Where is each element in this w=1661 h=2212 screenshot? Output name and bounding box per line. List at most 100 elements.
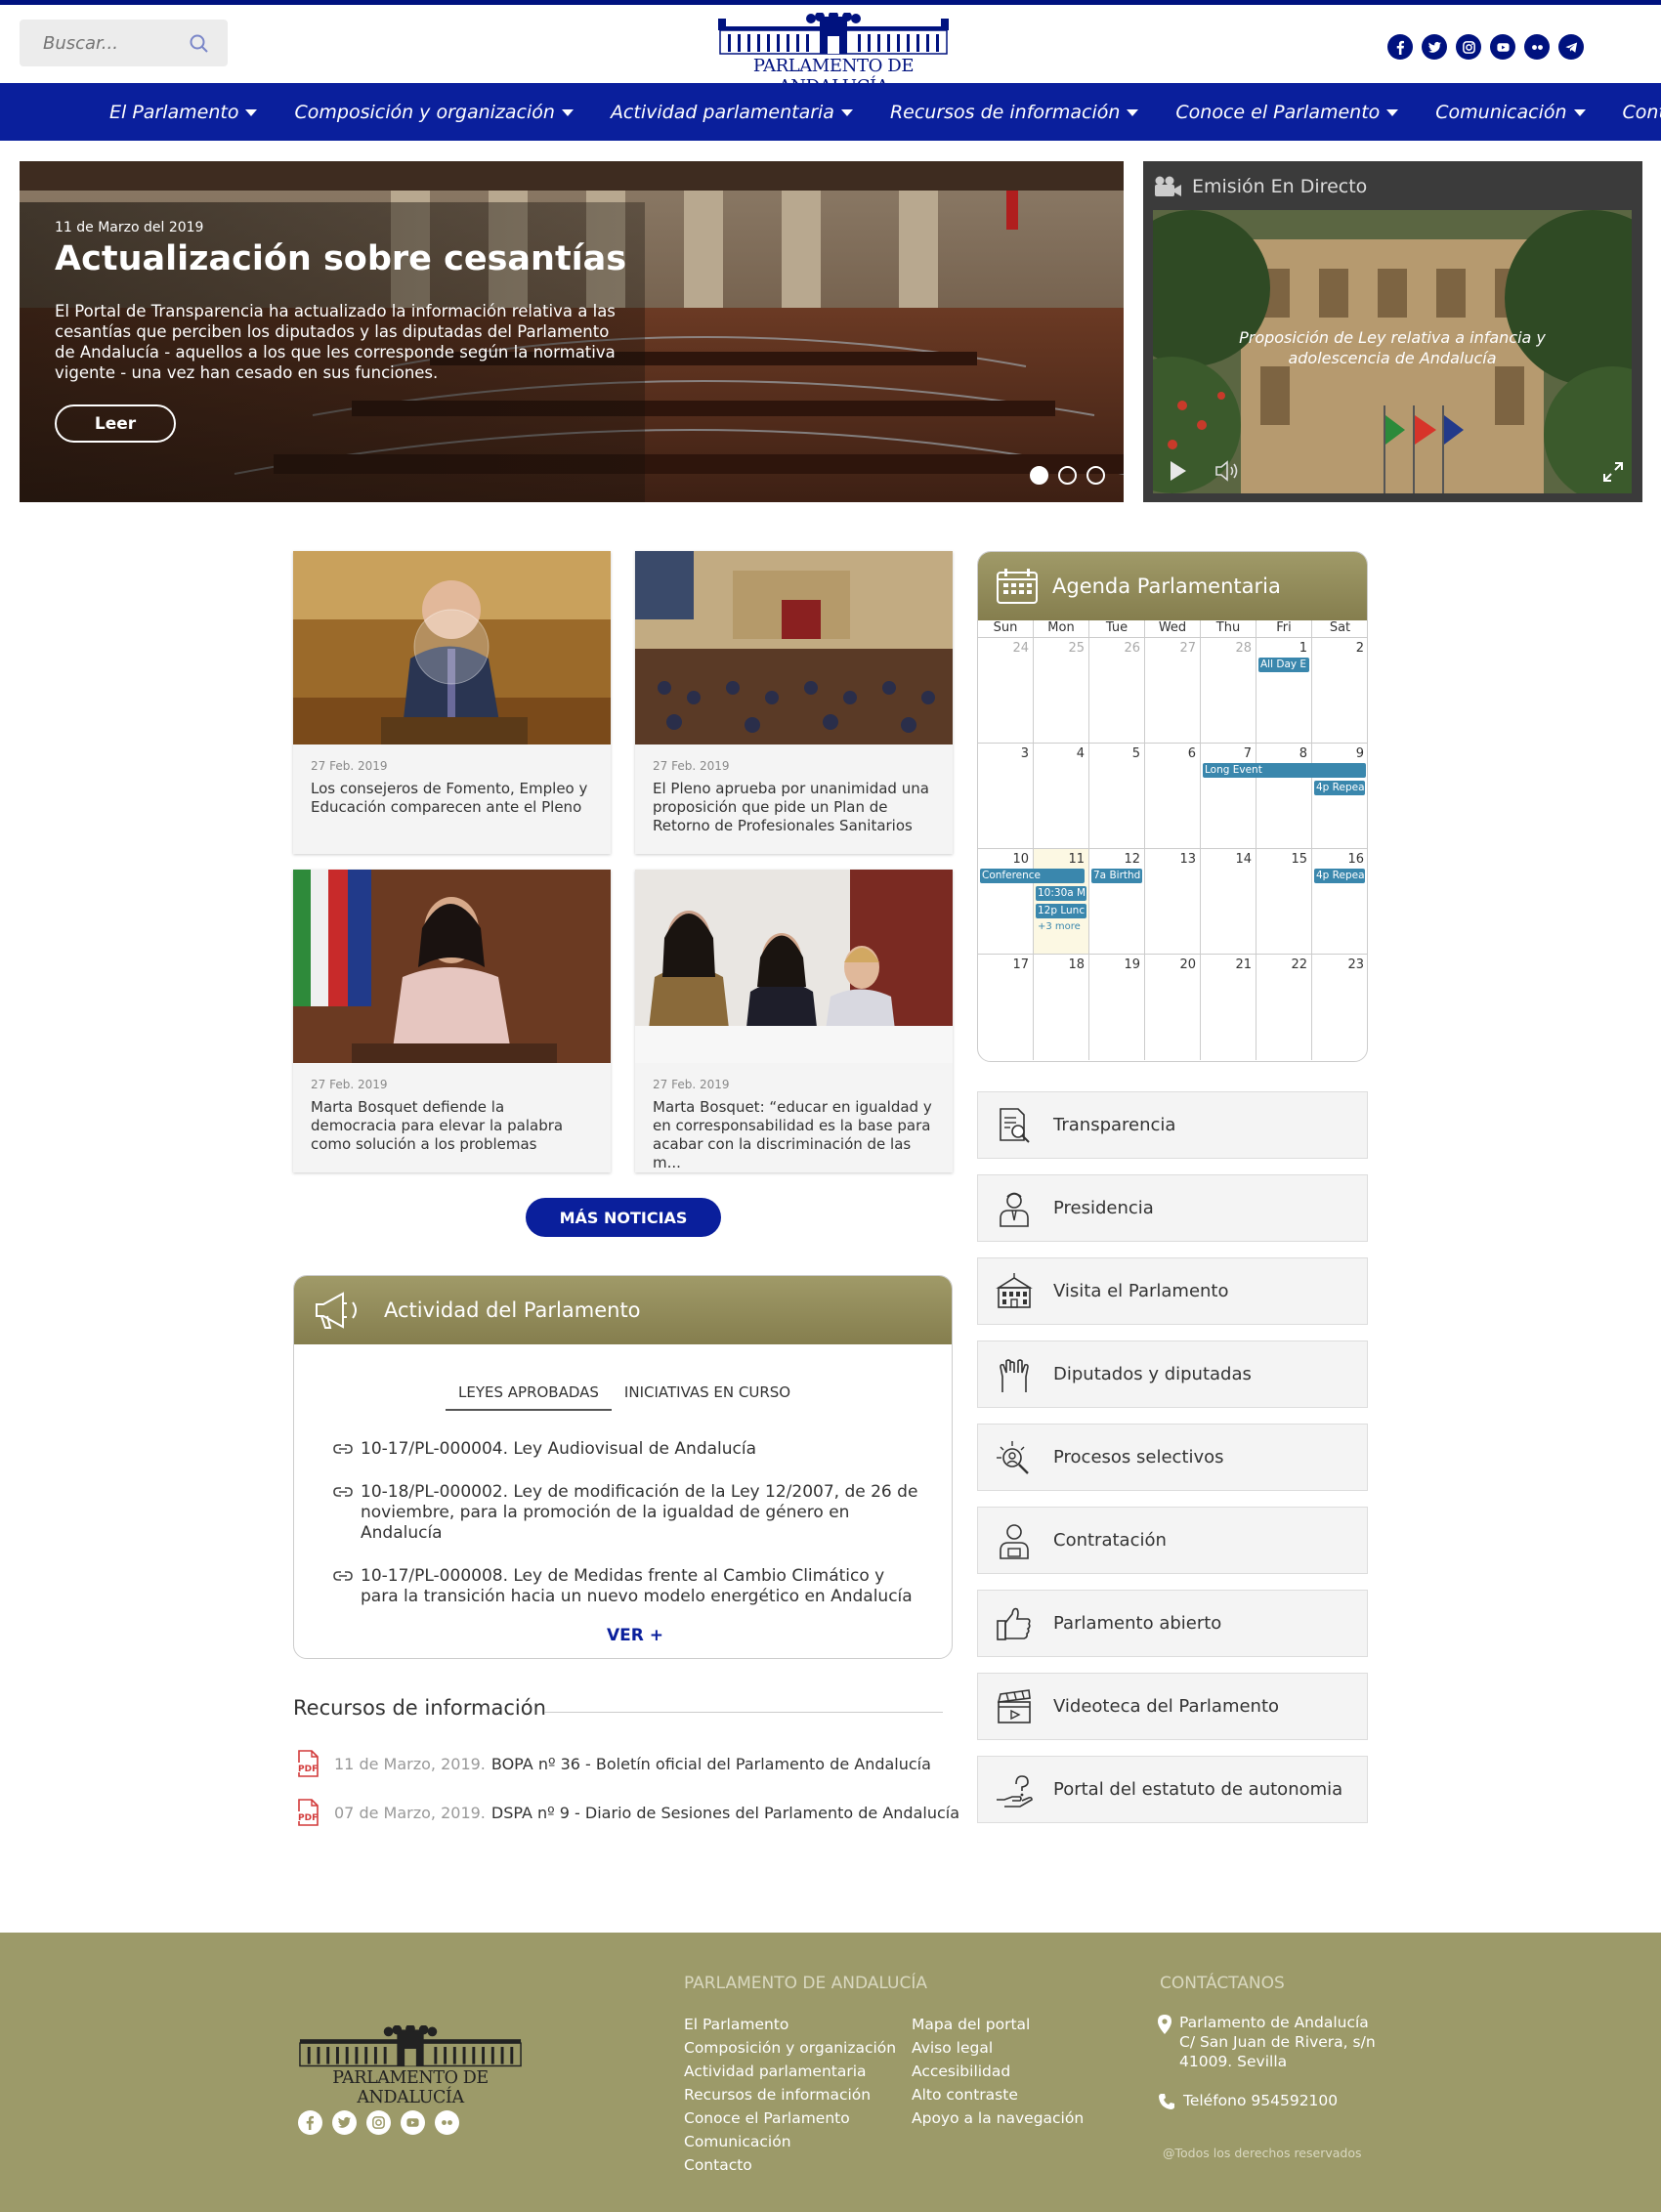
recurso-item[interactable]: PDF 07 de Marzo, 2019. DSPA nº 9 - Diari… [293, 1798, 959, 1827]
play-icon[interactable] [1165, 458, 1190, 484]
calendar-day[interactable]: 25 [1034, 638, 1089, 743]
telegram-icon[interactable] [1558, 34, 1584, 60]
facebook-icon[interactable] [1387, 34, 1413, 60]
nav-item-composicion[interactable]: Composición y organización [294, 83, 574, 141]
calendar-day[interactable]: 24 [978, 638, 1034, 743]
tab-iniciativas-en-curso[interactable]: INICIATIVAS EN CURSO [612, 1383, 803, 1411]
news-card[interactable]: 27 Feb. 2019 El Pleno aprueba por unanim… [635, 551, 953, 854]
footer-link[interactable]: Contacto [684, 2153, 896, 2177]
quicklink-presidencia[interactable]: Presidencia [977, 1174, 1368, 1242]
nav-item-contacto[interactable]: Contacto [1623, 83, 1661, 141]
quicklink-parlamento-abierto[interactable]: Parlamento abierto [977, 1590, 1368, 1657]
calendar-day[interactable]: 7 Long Event [1201, 744, 1366, 848]
calendar-day[interactable]: 18 [1034, 955, 1089, 1060]
nav-item-recursos[interactable]: Recursos de información [890, 83, 1139, 141]
calendar-day[interactable]: 14 [1201, 849, 1256, 954]
calendar-day[interactable]: 3 [978, 744, 1034, 848]
news-card[interactable]: 27 Feb. 2019 Marta Bosquet defiende la d… [293, 870, 611, 1172]
quicklink-estatuto[interactable]: Portal del estatuto de autonomia [977, 1756, 1368, 1823]
hero-read-button[interactable]: Leer [55, 404, 176, 443]
news-card[interactable]: 27 Feb. 2019 Los consejeros de Fomento, … [293, 551, 611, 854]
quicklink-videoteca[interactable]: Videoteca del Parlamento [977, 1673, 1368, 1740]
search-input[interactable] [20, 20, 186, 66]
youtube-icon[interactable] [401, 2110, 425, 2135]
quicklink-contratacion[interactable]: Contratación [977, 1507, 1368, 1574]
footer-link[interactable]: Composición y organización [684, 2036, 896, 2060]
calendar-event[interactable]: Long Event [1203, 763, 1366, 778]
quicklink-procesos[interactable]: Procesos selectivos [977, 1424, 1368, 1491]
instagram-icon[interactable] [366, 2110, 391, 2135]
nav-item-comunicacion[interactable]: Comunicación [1435, 83, 1586, 141]
more-news-button[interactable]: MÁS NOTICIAS [526, 1198, 721, 1237]
calendar-day[interactable]: 2 [1312, 638, 1367, 743]
calendar-event[interactable]: 4p Repea [1314, 781, 1365, 795]
live-video-player[interactable]: Proposición de Ley relativa a infancia y… [1153, 210, 1632, 493]
calendar-day[interactable]: 22 [1256, 955, 1312, 1060]
calendar-event[interactable]: 10:30a M [1036, 886, 1086, 901]
calendar-day-today[interactable]: 11 10:30a M 12p Lunc +3 more [1034, 849, 1089, 954]
footer-link[interactable]: Recursos de información [684, 2083, 896, 2106]
fullscreen-icon[interactable] [1602, 461, 1624, 483]
facebook-icon[interactable] [298, 2110, 322, 2135]
calendar-day[interactable]: 4 [1034, 744, 1089, 848]
calendar-day[interactable]: 10 Conference [978, 849, 1085, 954]
search-icon[interactable] [189, 33, 210, 55]
calendar-day[interactable]: 12 7a Birthd [1089, 849, 1145, 954]
nav-item-conoce[interactable]: Conoce el Parlamento [1175, 83, 1399, 141]
quicklink-visita[interactable]: Visita el Parlamento [977, 1257, 1368, 1325]
calendar-day[interactable]: 15 [1256, 849, 1312, 954]
slider-dot-2[interactable] [1058, 466, 1077, 485]
twitter-icon[interactable] [332, 2110, 357, 2135]
calendar-day[interactable]: 27 [1145, 638, 1201, 743]
flickr-icon[interactable] [1524, 34, 1550, 60]
footer-link[interactable]: Aviso legal [912, 2036, 1084, 2060]
calendar-day[interactable]: 13 [1145, 849, 1201, 954]
quicklink-diputados[interactable]: Diputados y diputadas [977, 1340, 1368, 1408]
youtube-icon[interactable] [1490, 34, 1515, 60]
calendar-day[interactable]: 6 [1145, 744, 1201, 848]
twitter-icon[interactable] [1422, 34, 1447, 60]
calendar-event[interactable]: 4p Repea [1314, 869, 1365, 883]
calendar-day[interactable]: 16 4p Repea [1312, 849, 1367, 954]
calendar-day[interactable]: 28 [1201, 638, 1256, 743]
calendar-event[interactable]: All Day E [1258, 658, 1309, 672]
calendar-day[interactable]: 1 All Day E [1256, 638, 1312, 743]
footer-link[interactable]: Apoyo a la navegación [912, 2106, 1084, 2130]
calendar-day[interactable]: 23 [1312, 955, 1367, 1060]
list-item[interactable]: 10-18/PL-000002. Ley de modificación de … [333, 1482, 919, 1544]
footer-link[interactable]: Conoce el Parlamento [684, 2106, 896, 2130]
list-item[interactable]: 10-17/PL-000008. Ley de Medidas frente a… [333, 1566, 919, 1607]
volume-icon[interactable] [1214, 458, 1241, 484]
calendar-day[interactable]: 21 [1201, 955, 1256, 1060]
footer-link[interactable]: El Parlamento [684, 2013, 896, 2036]
site-logo[interactable]: PARLAMENTO DE ANDALUCÍA [718, 11, 949, 97]
quicklink-transparencia[interactable]: Transparencia [977, 1091, 1368, 1159]
calendar-day[interactable]: 19 [1089, 955, 1145, 1060]
slider-dot-1[interactable] [1030, 466, 1048, 485]
nav-item-actividad[interactable]: Actividad parlamentaria [611, 83, 853, 141]
calendar-day[interactable]: 26 [1089, 638, 1145, 743]
tab-leyes-aprobadas[interactable]: LEYES APROBADAS [446, 1383, 612, 1411]
footer-link[interactable]: Actividad parlamentaria [684, 2060, 896, 2083]
footer-link[interactable]: Comunicación [684, 2130, 896, 2153]
calendar-day[interactable]: 5 [1089, 744, 1145, 848]
calendar-more-link[interactable]: +3 more [1038, 921, 1081, 932]
calendar-day[interactable]: 20 [1145, 955, 1201, 1060]
calendar-day[interactable]: 8 [1256, 744, 1312, 848]
footer-link[interactable]: Mapa del portal [912, 2013, 1084, 2036]
calendar-day[interactable]: 9 4p Repea [1312, 744, 1367, 848]
slider-dot-3[interactable] [1086, 466, 1105, 485]
list-item[interactable]: 10-17/PL-000004. Ley Audiovisual de Anda… [333, 1439, 919, 1460]
phone-text[interactable]: Teléfono 954592100 [1183, 2091, 1338, 2110]
footer-logo[interactable]: PARLAMENTO DE ANDALUCÍA [298, 2023, 523, 2107]
calendar-day[interactable]: 17 [978, 955, 1034, 1060]
calendar-event[interactable]: 7a Birthd [1091, 869, 1142, 883]
footer-link[interactable]: Alto contraste [912, 2083, 1084, 2106]
instagram-icon[interactable] [1456, 34, 1481, 60]
nav-item-el-parlamento[interactable]: El Parlamento [109, 83, 258, 141]
footer-link[interactable]: Accesibilidad [912, 2060, 1084, 2083]
ver-mas-link[interactable]: VER + [607, 1626, 663, 1645]
calendar-event[interactable]: Conference [980, 869, 1085, 883]
flickr-icon[interactable] [435, 2110, 459, 2135]
recurso-item[interactable]: PDF 11 de Marzo, 2019. BOPA nº 36 - Bole… [293, 1749, 931, 1778]
